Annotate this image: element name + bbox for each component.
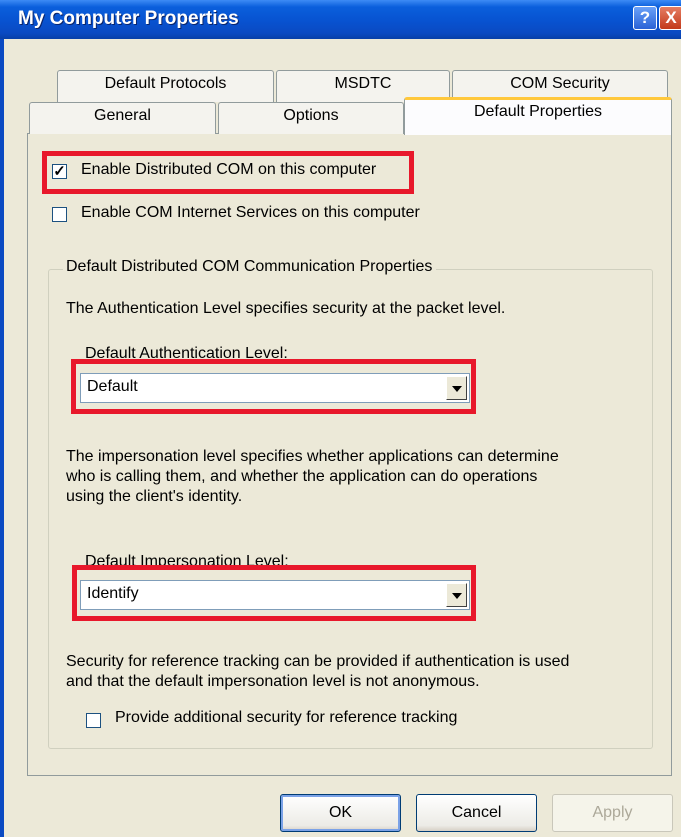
- checkmark-icon: ✓: [53, 163, 66, 180]
- enable-cis-checkbox[interactable]: [52, 207, 67, 222]
- window-border: [0, 39, 4, 837]
- imp-level-value: Identify: [87, 585, 139, 602]
- ok-button[interactable]: OK: [280, 794, 401, 832]
- title-bar[interactable]: My Computer Properties ? X: [0, 0, 681, 39]
- enable-dcom-checkbox[interactable]: ✓: [52, 164, 67, 179]
- apply-button[interactable]: Apply: [552, 794, 673, 832]
- tab-label: Default Properties: [473, 103, 603, 120]
- auth-description: The Authentication Level specifies secur…: [66, 300, 506, 317]
- reference-tracking-checkbox[interactable]: [86, 713, 101, 728]
- enable-dcom-label: Enable Distributed COM on this computer: [81, 161, 377, 178]
- tab-options[interactable]: Options: [218, 102, 404, 134]
- tab-label: Options: [283, 107, 339, 124]
- help-button[interactable]: ?: [633, 6, 657, 30]
- tab-general[interactable]: General: [29, 102, 216, 134]
- ref-description-line1: Security for reference tracking can be p…: [66, 653, 570, 670]
- tab-label: General: [94, 107, 151, 124]
- ref-description-line2: and that the default impersonation level…: [66, 673, 480, 690]
- tab-label: MSDTC: [334, 75, 392, 92]
- cancel-button[interactable]: Cancel: [416, 794, 537, 832]
- imp-level-select[interactable]: Identify: [80, 580, 470, 610]
- dropdown-button[interactable]: [446, 376, 467, 400]
- close-button[interactable]: X: [659, 6, 681, 30]
- auth-level-value: Default: [87, 378, 138, 395]
- chevron-down-icon: [452, 386, 462, 392]
- auth-level-select[interactable]: Default: [80, 373, 470, 403]
- imp-description-line3: using the client's identity.: [66, 488, 243, 505]
- group-title: Default Distributed COM Communication Pr…: [63, 258, 437, 276]
- enable-cis-label: Enable COM Internet Services on this com…: [81, 204, 420, 221]
- dropdown-button[interactable]: [446, 583, 467, 607]
- chevron-down-icon: [452, 593, 462, 599]
- imp-description-line2: who is calling them, and whether the app…: [66, 468, 538, 485]
- tab-default-properties[interactable]: Default Properties: [404, 97, 672, 135]
- window-title: My Computer Properties: [18, 8, 239, 29]
- tab-default-protocols[interactable]: Default Protocols: [57, 70, 274, 102]
- reference-tracking-label: Provide additional security for referenc…: [115, 709, 458, 726]
- help-icon: ?: [639, 8, 651, 27]
- close-icon: X: [665, 8, 677, 27]
- imp-description-line1: The impersonation level specifies whethe…: [66, 448, 559, 465]
- tab-label: Default Protocols: [104, 75, 227, 92]
- tab-label: COM Security: [510, 75, 610, 92]
